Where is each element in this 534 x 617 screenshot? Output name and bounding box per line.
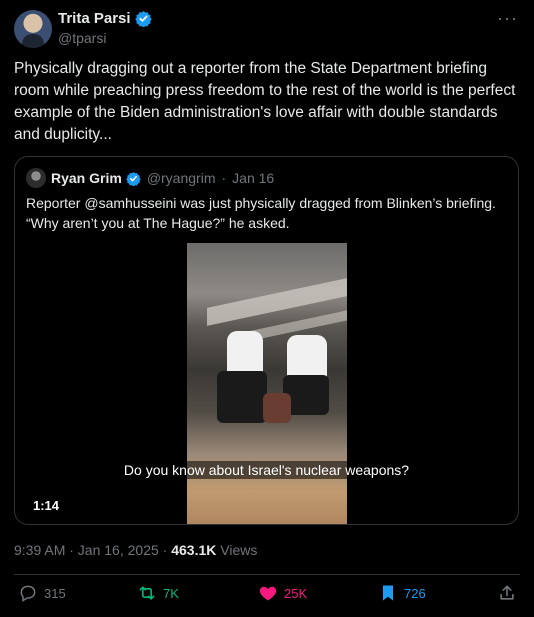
quoted-handle[interactable]: @ryangrim bbox=[147, 170, 216, 186]
video-caption: Do you know about Israel's nuclear weapo… bbox=[15, 461, 518, 479]
quoted-tweet[interactable]: Ryan Grim @ryangrim · Jan 16 Reporter @s… bbox=[14, 156, 519, 525]
video-frame-detail bbox=[227, 331, 263, 375]
post-time[interactable]: 9:39 AM · Jan 16, 2025 · bbox=[14, 542, 171, 558]
reply-count: 315 bbox=[44, 585, 66, 601]
quoted-separator: · bbox=[221, 170, 227, 186]
action-bar: 315 7K 25K 726 bbox=[0, 583, 534, 607]
video-frame-detail bbox=[263, 393, 291, 423]
video-caption-text: Do you know about Israel's nuclear weapo… bbox=[120, 461, 413, 479]
repost-icon bbox=[139, 586, 155, 600]
bookmark-count: 726 bbox=[404, 585, 426, 601]
heart-icon bbox=[259, 586, 277, 601]
like-button[interactable]: 25K bbox=[258, 583, 307, 603]
like-count: 25K bbox=[284, 585, 308, 601]
quoted-author-avatar[interactable] bbox=[26, 168, 46, 188]
video-player[interactable] bbox=[187, 243, 347, 524]
more-options-button[interactable]: ··· bbox=[497, 8, 518, 29]
video-frame-detail bbox=[287, 335, 327, 379]
share-icon bbox=[500, 585, 514, 600]
verified-badge-icon bbox=[134, 11, 152, 27]
quoted-author-name[interactable]: Ryan Grim bbox=[51, 170, 122, 186]
share-button[interactable] bbox=[497, 583, 517, 603]
reply-icon bbox=[20, 585, 36, 602]
tweet: Trita Parsi @tparsi ··· Physically dragg… bbox=[0, 0, 534, 617]
repost-button[interactable]: 7K bbox=[137, 583, 179, 603]
bookmark-button[interactable]: 726 bbox=[378, 583, 426, 603]
divider bbox=[14, 574, 520, 575]
repost-count: 7K bbox=[163, 585, 179, 601]
views-label: Views bbox=[216, 542, 258, 558]
views-count: 463.1K bbox=[171, 542, 217, 558]
author-name-row: Trita Parsi bbox=[58, 10, 152, 27]
verified-badge-icon bbox=[126, 171, 141, 186]
quoted-date[interactable]: Jan 16 bbox=[232, 170, 274, 186]
quoted-text: Reporter @samhusseini was just physicall… bbox=[26, 195, 496, 231]
author-handle[interactable]: @tparsi bbox=[58, 30, 106, 46]
video-duration: 1:14 bbox=[33, 498, 60, 513]
quoted-header: Ryan Grim @ryangrim · Jan 16 bbox=[51, 170, 274, 186]
bookmark-icon bbox=[383, 585, 393, 601]
author-name[interactable]: Trita Parsi bbox=[58, 10, 131, 27]
video-frame-detail bbox=[217, 371, 267, 423]
post-text: Physically dragging out a reporter from … bbox=[14, 60, 516, 143]
post-meta: 9:39 AM · Jan 16, 2025 · 463.1K Views bbox=[14, 542, 257, 558]
author-avatar[interactable] bbox=[14, 10, 52, 48]
reply-button[interactable]: 315 bbox=[18, 583, 66, 603]
